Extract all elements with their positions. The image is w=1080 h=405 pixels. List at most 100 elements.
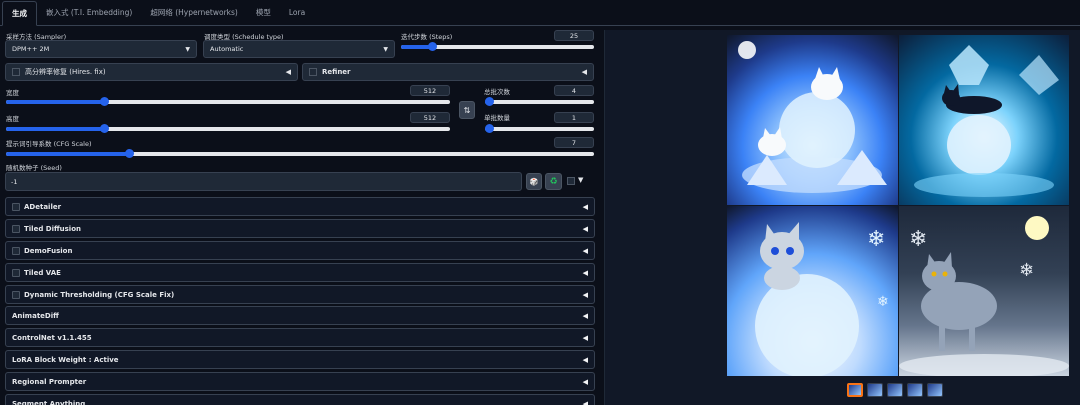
collapse-triangle-icon[interactable]: ◀ [583,400,588,405]
generated-image-3[interactable]: ❄ ❄ [727,206,898,376]
tab-bar: 生成 嵌入式 (T.I. Embedding) 超网络 (Hypernetwor… [0,0,1080,26]
batch-count-slider[interactable] [485,97,594,107]
slider-thumb[interactable] [99,124,109,133]
svg-text:❄: ❄ [867,227,885,252]
width-slider[interactable] [6,97,450,107]
tab-generate[interactable]: 生成 [2,1,37,26]
accordion-checkbox[interactable] [12,290,20,299]
width-label: 宽度 [6,89,19,97]
image-gallery: ❄ ❄ ❄ ❄ [604,30,1080,405]
steps-slider[interactable] [401,42,594,52]
accordion-tiled-diffusion[interactable]: Tiled Diffusion ◀ [5,219,595,238]
accordion-segment-anything[interactable]: Segment Anything ◀ [5,394,595,405]
slider-thumb[interactable] [485,124,494,133]
refiner-panel[interactable]: Refiner ◀ [302,63,594,81]
accordion-controlnet-v1-1-455[interactable]: ControlNet v1.1.455 ◀ [5,328,595,347]
collapse-triangle-icon[interactable]: ◀ [583,247,588,255]
accordion-animatediff[interactable]: AnimateDiff ◀ [5,306,595,325]
collapse-triangle-icon[interactable]: ◀ [286,68,291,76]
collapse-triangle-icon[interactable]: ◀ [583,291,588,299]
tab-models[interactable]: 模型 [247,1,280,25]
accordion-checkbox[interactable] [12,268,20,277]
accordion-demofusion[interactable]: DemoFusion ◀ [5,241,595,260]
dice-icon: 🎲 [529,177,539,186]
batch-count-input[interactable]: 4 [554,85,594,96]
accordion-checkbox[interactable] [12,246,20,255]
cfg-slider[interactable] [6,149,594,159]
thumbnail-1[interactable] [867,383,883,397]
tab-embedding[interactable]: 嵌入式 (T.I. Embedding) [37,1,141,25]
swap-icon: ⇅ [463,105,471,115]
triangle-down-icon[interactable]: ▼ [578,176,583,184]
swap-dimensions-button[interactable]: ⇅ [459,101,475,119]
accordion-label: Segment Anything [12,399,86,405]
cfg-input[interactable]: 7 [554,137,594,148]
accordion-adetailer[interactable]: ADetailer ◀ [5,197,595,216]
recycle-icon: ♻ [549,176,558,187]
collapse-triangle-icon[interactable]: ◀ [583,378,588,386]
accordion-tiled-vae[interactable]: Tiled VAE ◀ [5,263,595,282]
accordion-label: Tiled Diffusion [24,224,81,233]
height-slider[interactable] [6,124,450,134]
schedule-value: Automatic [210,45,244,53]
accordion-label: AnimateDiff [12,311,59,320]
accordion-checkbox[interactable] [12,202,20,211]
thumbnail-selected[interactable] [847,383,863,397]
svg-text:❄: ❄ [1019,260,1034,281]
slider-fill [6,100,104,104]
collapse-triangle-icon[interactable]: ◀ [583,356,588,364]
accordion-label: Regional Prompter [12,377,87,386]
slider-track [485,127,594,131]
extra-seed-checkbox[interactable] [567,177,575,185]
slider-thumb[interactable] [485,97,494,106]
accordion-checkbox[interactable] [12,224,20,233]
seed-input[interactable]: -1 [5,172,522,191]
generated-image-2[interactable] [899,35,1069,205]
batch-size-input[interactable]: 1 [554,112,594,123]
schedule-dropdown[interactable]: Automatic ▼ [203,40,395,58]
thumbnail-4[interactable] [927,383,943,397]
collapse-triangle-icon[interactable]: ◀ [583,203,588,211]
steps-input[interactable]: 25 [554,30,594,41]
generated-image-4[interactable]: ❄ ❄ [899,206,1069,376]
thumbnail-2[interactable] [887,383,903,397]
batch-size-slider[interactable] [485,124,594,134]
accordion-dynamic-thresholding-cfg-scale-fix[interactable]: Dynamic Thresholding (CFG Scale Fix) ◀ [5,285,595,304]
tab-lora[interactable]: Lora [280,1,314,25]
accordion-regional-prompter[interactable]: Regional Prompter ◀ [5,372,595,391]
tabby-cat-snow-illustration: ❄ ❄ [899,216,1069,376]
thumbnail-strip [847,383,943,397]
accordion-label: ADetailer [24,202,62,211]
generated-image-1[interactable] [727,35,898,205]
tab-hypernetworks[interactable]: 超网络 (Hypernetworks) [141,1,247,25]
refiner-checkbox[interactable] [309,68,317,76]
random-seed-button[interactable]: 🎲 [526,173,542,190]
reuse-seed-button[interactable]: ♻ [545,173,562,190]
sampler-value: DPM++ 2M [12,45,50,53]
hires-fix-panel[interactable]: 高分辨率修复 (Hires. fix) ◀ [5,63,298,81]
collapse-triangle-icon[interactable]: ◀ [583,334,588,342]
chevron-down-icon: ▼ [185,45,190,53]
svg-text:❄: ❄ [909,227,927,252]
slider-track [485,100,594,104]
slider-thumb[interactable] [125,149,135,158]
black-cat-ice-illustration [914,45,1059,197]
refiner-label: Refiner [322,68,351,76]
hires-fix-label: 高分辨率修复 (Hires. fix) [25,68,106,76]
sampler-dropdown[interactable]: DPM++ 2M ▼ [5,40,197,58]
batch-size-label: 单批数量 [484,114,510,122]
accordion-label: ControlNet v1.1.455 [12,333,92,342]
collapse-triangle-icon[interactable]: ◀ [583,312,588,320]
cat-on-ice-illustration [738,41,887,193]
height-input[interactable]: 512 [410,112,450,123]
width-input[interactable]: 512 [410,85,450,96]
collapse-triangle-icon[interactable]: ◀ [583,269,588,277]
slider-thumb[interactable] [427,42,437,51]
collapse-triangle-icon[interactable]: ◀ [582,68,587,76]
collapse-triangle-icon[interactable]: ◀ [583,225,588,233]
seed-label: 随机数种子 (Seed) [6,164,62,172]
slider-thumb[interactable] [99,97,109,106]
accordion-lora-block-weight-active[interactable]: LoRA Block Weight : Active ◀ [5,350,595,369]
hires-fix-checkbox[interactable] [12,68,20,76]
thumbnail-3[interactable] [907,383,923,397]
